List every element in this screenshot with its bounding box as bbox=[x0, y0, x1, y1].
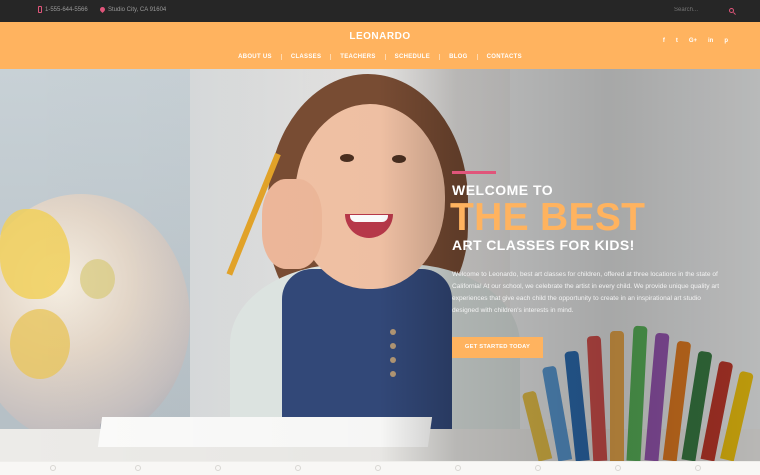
search-input[interactable] bbox=[674, 7, 714, 13]
decorative-icon bbox=[455, 465, 461, 471]
site-header: LEONARDO ABOUT US CLASSES TEACHERS SCHED… bbox=[0, 22, 760, 69]
hero-description: Welcome to Leonardo, best art classes fo… bbox=[452, 271, 720, 314]
phone-icon bbox=[38, 6, 42, 13]
twitter-icon[interactable]: t bbox=[676, 38, 678, 44]
main-nav: ABOUT US CLASSES TEACHERS SCHEDULE BLOG … bbox=[0, 54, 760, 60]
google-plus-icon[interactable]: G+ bbox=[689, 38, 697, 44]
address-text: Studio City, CA 91604 bbox=[108, 7, 167, 13]
get-started-button[interactable]: GET STARTED TODAY bbox=[452, 337, 543, 358]
nav-blog[interactable]: BLOG bbox=[439, 54, 477, 60]
social-links: f t G+ in p bbox=[663, 38, 728, 44]
hero-banner: WELCOME TO THE BEST ART CLASSES FOR KIDS… bbox=[0, 69, 760, 461]
site-logo[interactable]: LEONARDO bbox=[0, 31, 760, 42]
pinterest-icon[interactable]: p bbox=[724, 38, 728, 44]
decorative-icon bbox=[135, 465, 141, 471]
section-divider bbox=[0, 461, 760, 475]
linkedin-icon[interactable]: in bbox=[708, 38, 713, 44]
decorative-icon bbox=[695, 465, 701, 471]
phone-contact[interactable]: 1-555-644-5566 bbox=[38, 6, 88, 13]
decorative-icon bbox=[215, 465, 221, 471]
hero-overlay bbox=[0, 69, 760, 461]
nav-contacts[interactable]: CONTACTS bbox=[476, 54, 531, 60]
facebook-icon[interactable]: f bbox=[663, 38, 665, 44]
hero-subhead: ART CLASSES FOR KIDS! bbox=[452, 237, 635, 253]
nav-schedule[interactable]: SCHEDULE bbox=[384, 54, 439, 60]
search-icon[interactable] bbox=[729, 7, 734, 13]
accent-line bbox=[452, 171, 496, 174]
decorative-icon bbox=[50, 465, 56, 471]
hero-headline: THE BEST bbox=[450, 196, 646, 239]
nav-classes[interactable]: CLASSES bbox=[280, 54, 330, 60]
decorative-icon bbox=[375, 465, 381, 471]
decorative-icon bbox=[615, 465, 621, 471]
decorative-icon bbox=[295, 465, 301, 471]
top-bar: 1-555-644-5566 Studio City, CA 91604 bbox=[0, 0, 760, 22]
map-pin-icon bbox=[98, 5, 107, 14]
nav-about-us[interactable]: ABOUT US bbox=[229, 54, 281, 60]
address-contact: Studio City, CA 91604 bbox=[98, 5, 167, 14]
decorative-icon bbox=[535, 465, 541, 471]
nav-teachers[interactable]: TEACHERS bbox=[330, 54, 384, 60]
search-box bbox=[674, 7, 734, 13]
phone-number: 1-555-644-5566 bbox=[45, 7, 88, 13]
